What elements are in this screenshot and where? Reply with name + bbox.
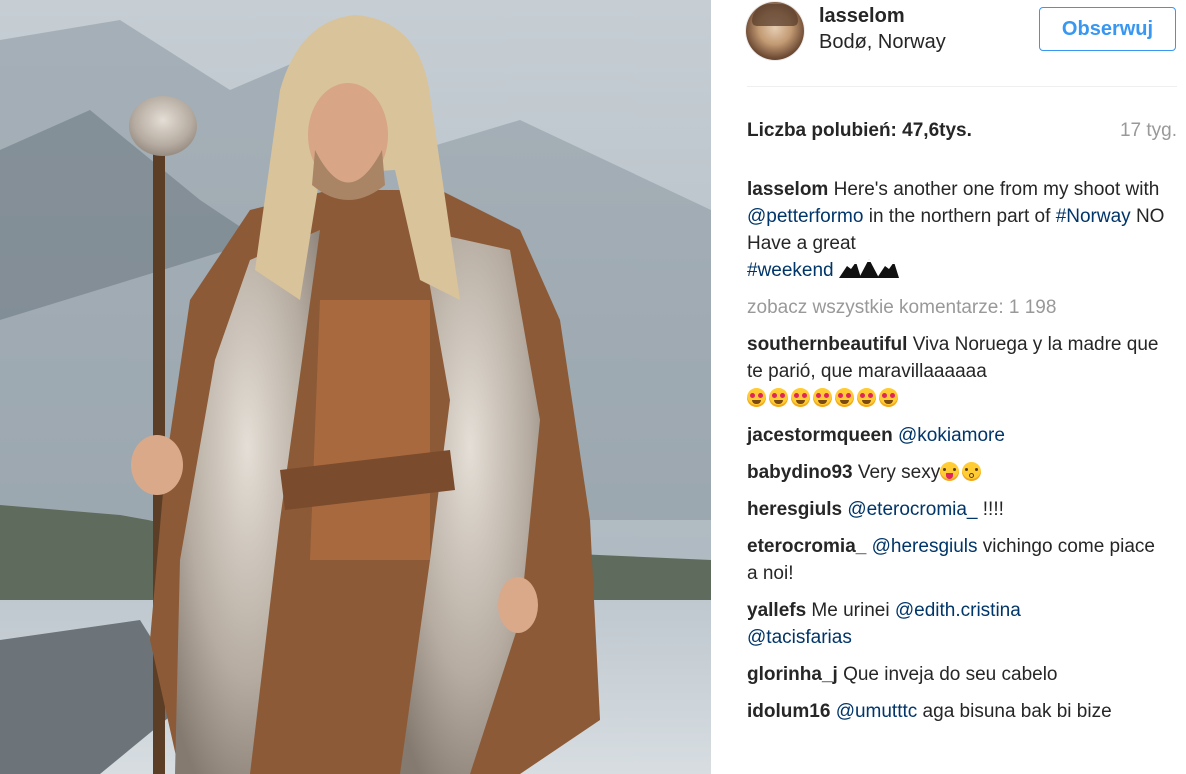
heart-eyes-emoji-icon <box>879 388 898 407</box>
photo-illustration <box>0 0 711 774</box>
comment-username[interactable]: glorinha_j <box>747 664 838 685</box>
comment-text: !!!! <box>977 499 1004 520</box>
tongue-emoji-icon <box>940 462 960 481</box>
caption-text-1: Here's another one from my shoot with <box>828 179 1160 200</box>
heart-eyes-emoji-icon <box>835 388 854 407</box>
caption-text-2: in the northern part of <box>863 206 1056 227</box>
heart-eyes-emoji-icon <box>769 388 788 407</box>
comment: glorinha_j Que inveja do seu cabelo <box>747 661 1167 688</box>
post-age[interactable]: 17 tyg. <box>1120 120 1177 142</box>
post-sidebar: lasselom Bodø, Norway Obserwuj Liczba po… <box>711 0 1186 774</box>
comments-list: lasselom Here's another one from my shoo… <box>747 176 1167 735</box>
comment: idolum16 @umutttc aga bisuna bak bi bize <box>747 698 1167 725</box>
comment: yallefs Me urinei @edith.cristina @tacisf… <box>747 597 1167 651</box>
comment: southernbeautiful Viva Noruega y la madr… <box>747 331 1167 412</box>
post-header: lasselom Bodø, Norway Obserwuj <box>744 0 1176 86</box>
view-all-comments-link[interactable]: zobacz wszystkie komentarze: 1 198 <box>747 294 1167 321</box>
mountain-emoji-icon <box>838 259 899 278</box>
comment: babydino93 Very sexy <box>747 459 1167 486</box>
comment-mention[interactable]: @eterocromia_ <box>847 499 977 520</box>
comment: jacestormqueen @kokiamore <box>747 422 1167 449</box>
comment-username[interactable]: yallefs <box>747 600 806 621</box>
comment-mention[interactable]: @edith.cristina <box>895 600 1021 621</box>
follow-button[interactable]: Obserwuj <box>1039 7 1176 51</box>
comment-username[interactable]: eterocromia_ <box>747 536 866 557</box>
caption-mention[interactable]: @petterformo <box>747 206 863 227</box>
comment-username[interactable]: idolum16 <box>747 701 830 722</box>
comment-mention[interactable]: @umutttc <box>836 701 918 722</box>
comment-username[interactable]: southernbeautiful <box>747 334 907 355</box>
post-photo[interactable] <box>0 0 711 774</box>
profile-avatar[interactable] <box>746 2 804 60</box>
heart-eyes-emoji-icon <box>813 388 832 407</box>
heart-eyes-emoji-icon <box>857 388 876 407</box>
avatar-hair <box>752 4 798 26</box>
comment-mention[interactable]: @kokiamore <box>898 425 1005 446</box>
instagram-post-view: lasselom Bodø, Norway Obserwuj Liczba po… <box>0 0 1186 774</box>
comment: heresgiuls @eterocromia_ !!!! <box>747 496 1167 523</box>
post-username[interactable]: lasselom <box>819 5 905 28</box>
likes-count[interactable]: Liczba polubień: 47,6tys. <box>747 120 972 142</box>
comment-username[interactable]: jacestormqueen <box>747 425 893 446</box>
caption-hashtag-weekend[interactable]: #weekend <box>747 260 834 281</box>
heart-eyes-emoji-icon <box>747 388 766 407</box>
comment: eterocromia_ @heresgiuls vichingo come p… <box>747 533 1167 587</box>
comment-mention[interactable]: @heresgiuls <box>872 536 978 557</box>
caption-username[interactable]: lasselom <box>747 179 828 200</box>
caption-hashtag-norway[interactable]: #Norway <box>1056 206 1131 227</box>
comment-text: Very sexy <box>852 462 941 483</box>
comment-username[interactable]: heresgiuls <box>747 499 842 520</box>
kiss-emoji-icon <box>962 462 982 481</box>
header-divider <box>747 86 1177 87</box>
comment-text: Me urinei <box>806 600 895 621</box>
heart-eyes-emoji-icon <box>791 388 810 407</box>
comment-text: aga bisuna bak bi bize <box>917 701 1112 722</box>
post-location[interactable]: Bodø, Norway <box>819 31 946 54</box>
caption: lasselom Here's another one from my shoo… <box>747 176 1167 284</box>
comment-mention-2[interactable]: @tacisfarias <box>747 627 852 648</box>
comment-username[interactable]: babydino93 <box>747 462 853 483</box>
comment-text: Que inveja do seu cabelo <box>837 664 1058 685</box>
